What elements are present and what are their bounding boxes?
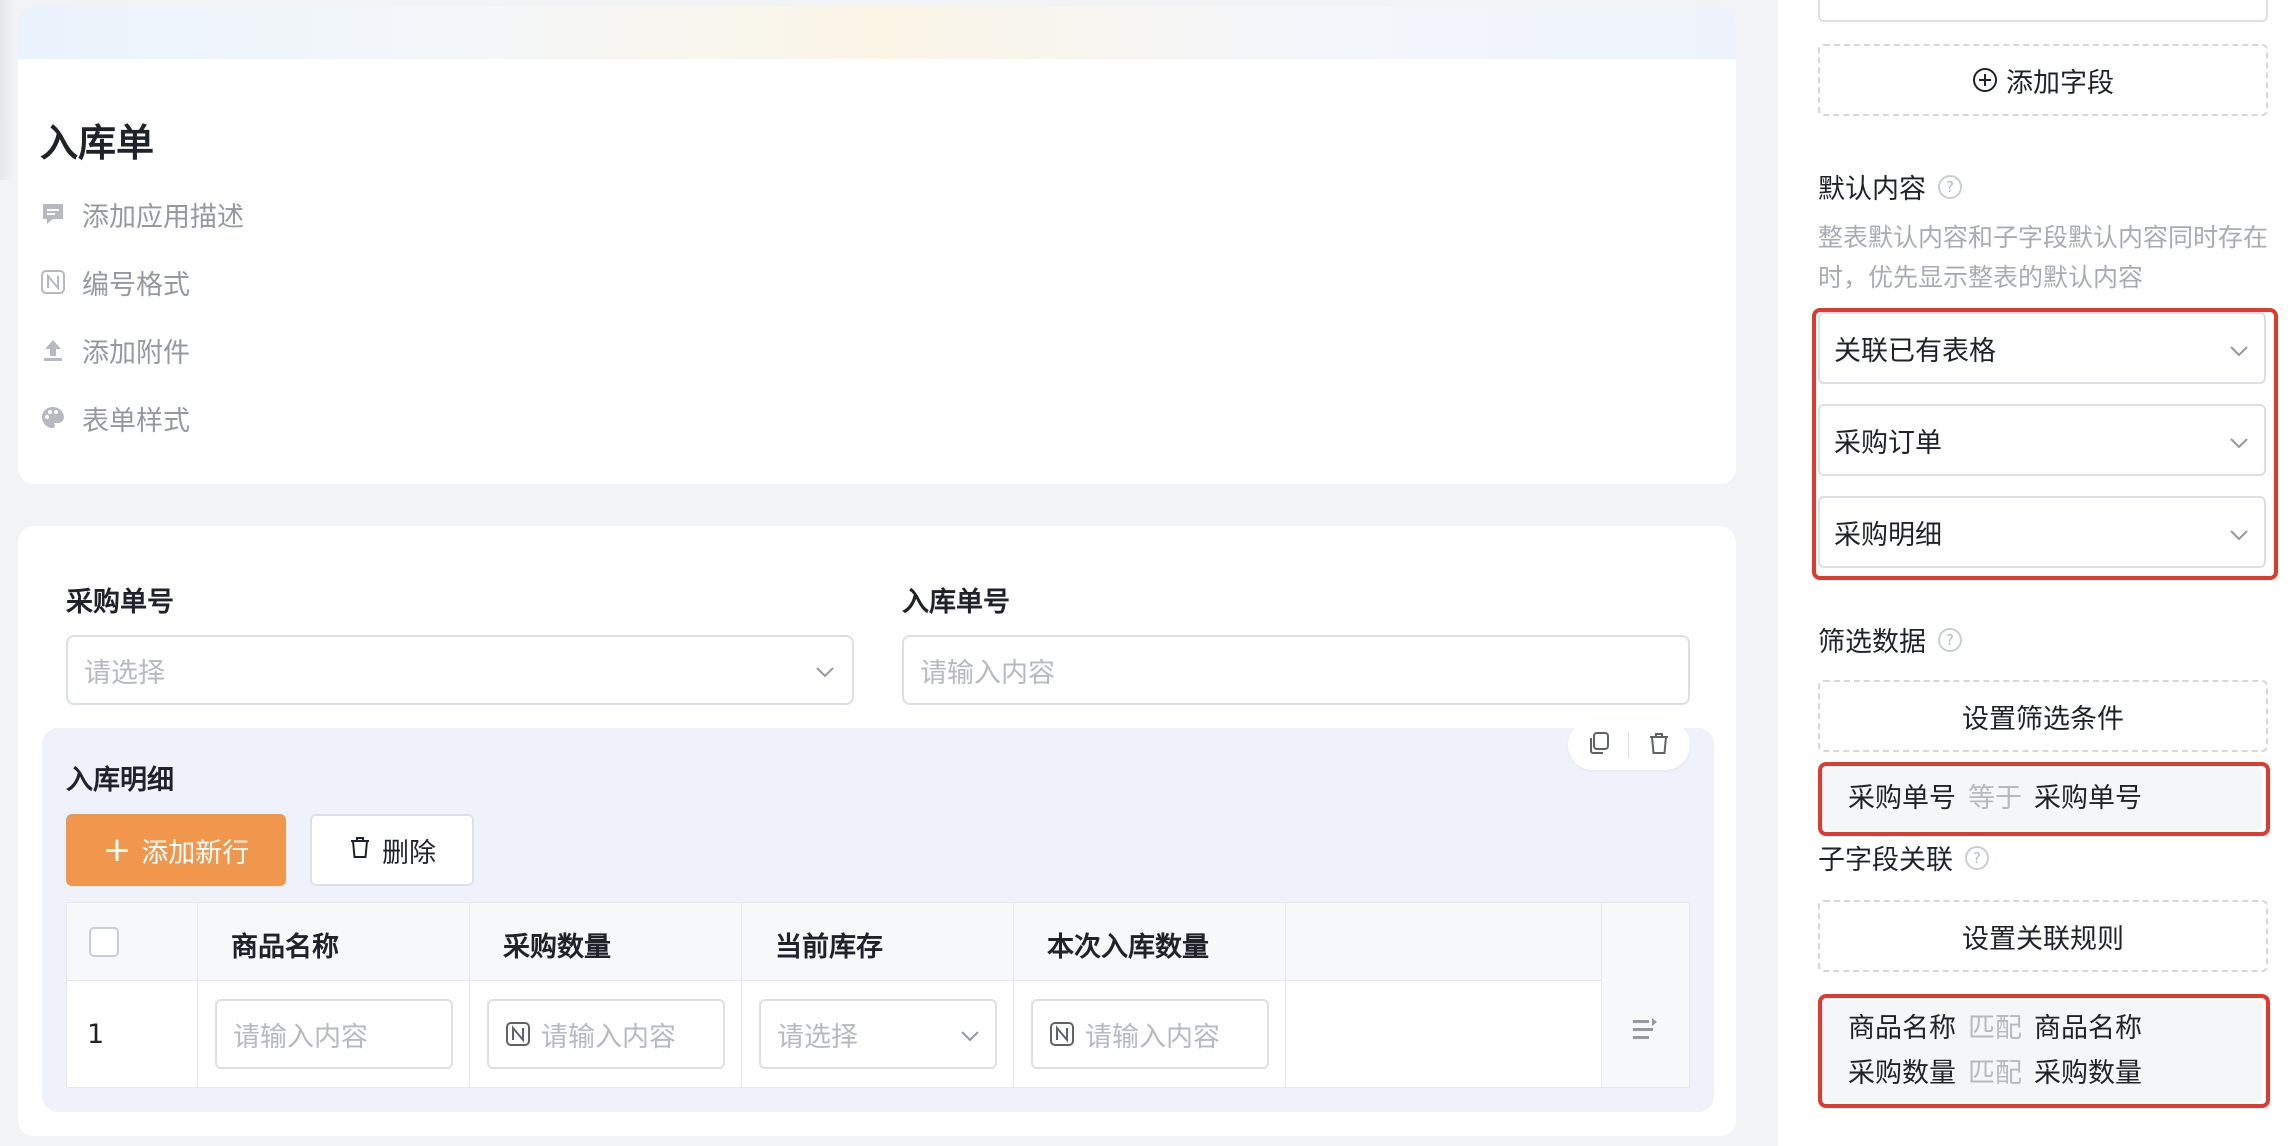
palette-icon <box>40 405 66 431</box>
row-actions-column <box>1601 903 1689 1087</box>
add-field-label: 添加字段 <box>2006 67 2114 99</box>
filter-operator: 等于 <box>1968 783 2022 814</box>
previous-field-item[interactable] <box>1818 0 2268 22</box>
column-divider <box>1285 903 1286 1087</box>
form-title[interactable]: 入库单 <box>40 112 154 167</box>
set-link-rules-button[interactable]: 设置关联规则 <box>1818 900 2268 972</box>
column-header-purchase-qty: 采购数量 <box>503 932 611 963</box>
filter-left-field: 采购单号 <box>1848 783 1956 814</box>
subfield-link-title: 子字段关联 ? <box>1818 838 1989 877</box>
rule-left-field: 采购数量 <box>1848 1058 1956 1089</box>
link-existing-table-select[interactable]: 关联已有表格 <box>1818 312 2266 384</box>
add-field-button[interactable]: 添加字段 <box>1818 44 2268 116</box>
set-filter-label: 设置筛选条件 <box>1962 703 2124 735</box>
purchase-qty-input[interactable]: 请输入内容 <box>487 999 725 1069</box>
inbound-no-input[interactable]: 请输入内容 <box>902 635 1690 705</box>
purchase-no-placeholder: 请选择 <box>84 657 165 689</box>
add-attachment-label: 添加附件 <box>82 337 190 369</box>
rule-right-field: 采购数量 <box>2034 1058 2142 1089</box>
copy-icon[interactable] <box>1586 730 1612 760</box>
link-rule[interactable]: 商品名称 匹配 商品名称 <box>1848 1006 2262 1051</box>
chevron-down-icon <box>2228 522 2250 553</box>
form-header-card <box>18 6 1736 484</box>
form-style-label: 表单样式 <box>82 405 190 437</box>
column-header-product-name: 商品名称 <box>231 932 339 963</box>
inbound-qty-placeholder: 请输入内容 <box>1085 1021 1220 1053</box>
trash-icon[interactable] <box>1646 730 1672 760</box>
add-row-button[interactable]: + 添加新行 <box>66 814 286 886</box>
chevron-down-icon <box>2228 338 2250 369</box>
link-rule[interactable]: 采购数量 匹配 采购数量 <box>1848 1051 2262 1096</box>
number-icon <box>1049 1021 1075 1047</box>
filter-right-field: 采购单号 <box>2034 783 2142 814</box>
rule-operator: 匹配 <box>1968 1058 2022 1089</box>
subfield-link-label: 子字段关联 <box>1818 845 1953 876</box>
upload-icon <box>40 337 66 363</box>
inbound-no-label: 入库单号 <box>902 587 1010 618</box>
comment-icon <box>40 201 66 227</box>
filter-data-label: 筛选数据 <box>1818 627 1926 658</box>
purchase-qty-placeholder: 请输入内容 <box>541 1021 676 1053</box>
number-format-label: 编号格式 <box>82 269 190 301</box>
row-settings-icon[interactable] <box>1630 1015 1660 1049</box>
source-form-select[interactable]: 采购订单 <box>1818 404 2266 476</box>
default-content-label: 默认内容 <box>1818 174 1926 205</box>
chevron-down-icon <box>959 1023 981 1054</box>
delete-rows-button[interactable]: 删除 <box>310 814 474 886</box>
purchase-no-select[interactable]: 请选择 <box>66 635 854 705</box>
header-banner <box>18 6 1736 59</box>
help-icon[interactable]: ? <box>1965 845 1989 870</box>
column-header-inbound-qty: 本次入库数量 <box>1047 932 1209 963</box>
delete-label: 删除 <box>382 837 436 869</box>
inbound-qty-input[interactable]: 请输入内容 <box>1031 999 1269 1069</box>
left-edge-shadow <box>0 0 14 180</box>
add-row-label: 添加新行 <box>141 837 250 869</box>
column-divider <box>741 903 742 1087</box>
add-attachment-option[interactable]: 添加附件 <box>40 330 190 370</box>
source-form-value: 采购订单 <box>1834 427 1942 459</box>
help-icon[interactable]: ? <box>1938 627 1962 652</box>
inbound-no-placeholder: 请输入内容 <box>920 657 1055 689</box>
rule-left-field: 商品名称 <box>1848 1013 1956 1044</box>
purchase-no-label: 采购单号 <box>66 587 174 618</box>
number-format-icon <box>40 269 66 295</box>
current-stock-placeholder: 请选择 <box>777 1021 858 1053</box>
rule-operator: 匹配 <box>1968 1013 2022 1044</box>
column-divider <box>469 903 470 1087</box>
plus-circle-icon <box>1972 67 1998 93</box>
trash-icon <box>348 834 382 867</box>
current-stock-select[interactable]: 请选择 <box>759 999 997 1069</box>
number-format-option[interactable]: 编号格式 <box>40 262 190 302</box>
number-icon <box>505 1021 531 1047</box>
column-divider <box>1013 903 1014 1087</box>
link-existing-table-value: 关联已有表格 <box>1834 335 1996 367</box>
filter-data-title: 筛选数据 ? <box>1818 620 1962 659</box>
default-content-description: 整表默认内容和子字段默认内容同时存在时，优先显示整表的默认内容 <box>1818 223 2269 292</box>
link-rules-list: 商品名称 匹配 商品名称 采购数量 匹配 采购数量 <box>1822 1000 2262 1102</box>
select-all-checkbox[interactable] <box>89 927 119 957</box>
default-content-title: 默认内容 ? <box>1818 167 1962 206</box>
row-index: 1 <box>87 1019 105 1050</box>
add-description-option[interactable]: 添加应用描述 <box>40 194 244 234</box>
subform-title: 入库明细 <box>66 765 174 796</box>
form-style-option[interactable]: 表单样式 <box>40 398 190 438</box>
product-name-placeholder: 请输入内容 <box>233 1021 368 1053</box>
column-header-current-stock: 当前库存 <box>775 932 883 963</box>
set-filter-button[interactable]: 设置筛选条件 <box>1818 680 2268 752</box>
rule-right-field: 商品名称 <box>2034 1013 2142 1044</box>
chevron-down-icon <box>2228 430 2250 461</box>
source-subform-select[interactable]: 采购明细 <box>1818 496 2266 568</box>
add-description-label: 添加应用描述 <box>82 201 244 233</box>
column-divider <box>197 903 198 1087</box>
subform-table: 商品名称 采购数量 当前库存 本次入库数量 1 请输入内容 请输入内容 请选择 … <box>66 902 1690 1088</box>
filter-condition[interactable]: 采购单号 等于 采购单号 <box>1822 768 2262 830</box>
chevron-down-icon <box>814 659 836 690</box>
plus-icon: + <box>102 830 132 870</box>
subform-toolbar <box>1568 720 1690 770</box>
toolbar-divider <box>1628 732 1630 758</box>
set-link-rules-label: 设置关联规则 <box>1962 923 2124 955</box>
product-name-input[interactable]: 请输入内容 <box>215 999 453 1069</box>
source-subform-value: 采购明细 <box>1834 519 1942 551</box>
help-icon[interactable]: ? <box>1938 174 1962 199</box>
